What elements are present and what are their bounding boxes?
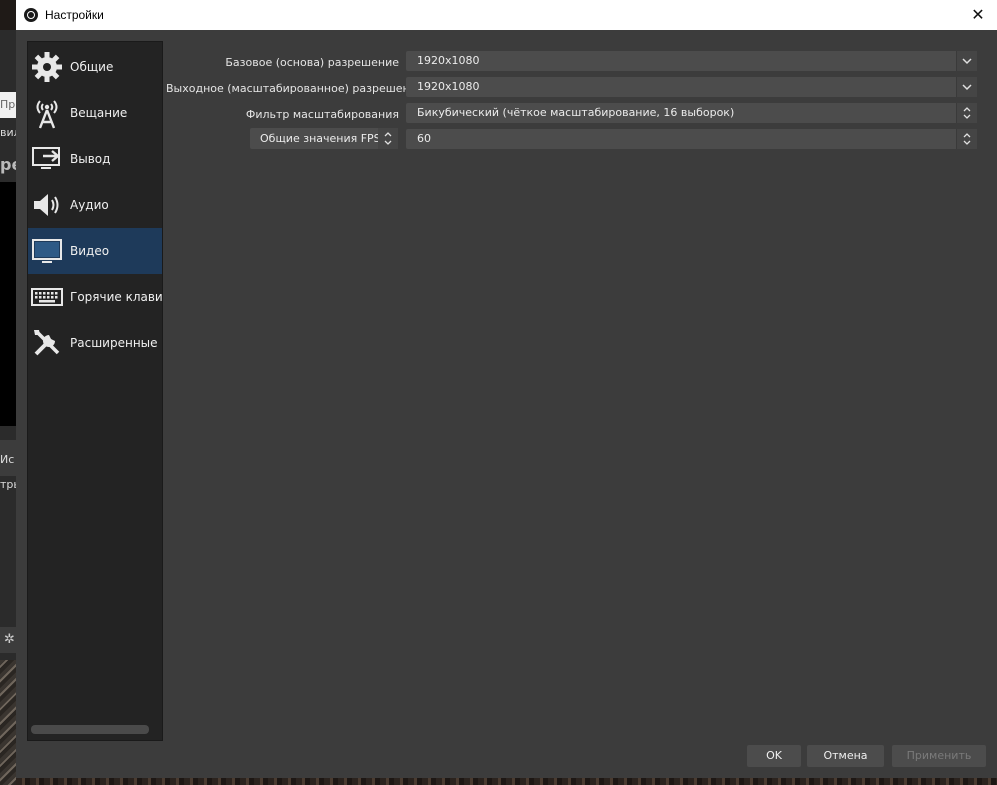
fps-mode-value: Общие значения FPS [260, 132, 381, 145]
background-gear-icon: ✲ [4, 632, 15, 647]
base-resolution-label: Базовое (основа) разрешение [225, 56, 399, 69]
obs-logo-icon [24, 8, 38, 22]
background-gear-strip: ✲ [0, 627, 16, 653]
background-text-fragment: Ис [0, 453, 15, 466]
output-monitor-icon [32, 147, 60, 169]
monitor-icon [32, 239, 62, 263]
chevron-down-icon [956, 77, 977, 97]
background-text-fragment: Пр [0, 98, 16, 111]
cancel-button[interactable]: Отмена [807, 745, 884, 767]
background-wallpaper [0, 660, 16, 785]
sidebar-item-label: Общие [70, 60, 114, 74]
settings-dialog: Настройки ✕ Общие Вещание Вывод Аудио Ви… [16, 0, 997, 778]
sidebar-item-hotkeys[interactable]: Горячие клавиши [28, 274, 162, 320]
chevron-down-icon [956, 51, 977, 71]
output-resolution-combobox[interactable]: 1920x1080 [406, 77, 977, 97]
fps-value-combobox[interactable]: 60 [406, 129, 977, 149]
tools-icon [34, 330, 60, 356]
downscale-filter-value: Бикубический (чёткое масштабирование, 16… [417, 106, 735, 119]
sidebar-horizontal-scrollbar[interactable] [31, 725, 149, 734]
base-resolution-combobox[interactable]: 1920x1080 [406, 51, 977, 71]
chevron-updown-icon [378, 128, 398, 149]
gear-icon [32, 52, 62, 82]
sidebar-item-label: Вещание [70, 106, 128, 120]
broadcast-antenna-icon [36, 100, 58, 129]
sidebar-item-output[interactable]: Вывод [28, 136, 162, 182]
sidebar-item-advanced[interactable]: Расширенные [28, 320, 162, 366]
output-resolution-label: Выходное (масштабированное) разрешение [166, 82, 424, 95]
fps-value: 60 [417, 132, 431, 145]
close-button[interactable]: ✕ [967, 4, 989, 26]
sidebar-item-stream[interactable]: Вещание [28, 90, 162, 136]
sidebar-item-video[interactable]: Видео [28, 228, 162, 274]
title-bar: Настройки ✕ [16, 0, 997, 30]
settings-sidebar: Общие Вещание Вывод Аудио Видео Горячие … [27, 41, 163, 741]
chevron-updown-icon [956, 103, 977, 123]
fps-mode-combobox[interactable]: Общие значения FPS [250, 128, 398, 149]
sidebar-item-label: Горячие клавиши [70, 290, 163, 304]
ok-button[interactable]: OK [747, 745, 801, 767]
sidebar-item-label: Вывод [70, 152, 111, 166]
window-title: Настройки [45, 8, 104, 22]
base-resolution-value: 1920x1080 [417, 54, 480, 67]
background-preview [0, 182, 16, 426]
sidebar-item-audio[interactable]: Аудио [28, 182, 162, 228]
sidebar-item-label: Аудио [70, 198, 109, 212]
downscale-filter-label: Фильтр масштабирования [245, 108, 399, 121]
speaker-icon [34, 194, 59, 216]
background-wallpaper-bottom [16, 778, 997, 785]
keyboard-icon [31, 288, 63, 306]
sidebar-item-label: Видео [70, 244, 110, 258]
downscale-filter-combobox[interactable]: Бикубический (чёткое масштабирование, 16… [406, 103, 977, 123]
chevron-updown-icon [956, 129, 977, 149]
sidebar-item-label: Расширенные [70, 336, 158, 350]
output-resolution-value: 1920x1080 [417, 80, 480, 93]
sidebar-item-general[interactable]: Общие [28, 44, 162, 90]
apply-button[interactable]: Применить [892, 745, 986, 767]
